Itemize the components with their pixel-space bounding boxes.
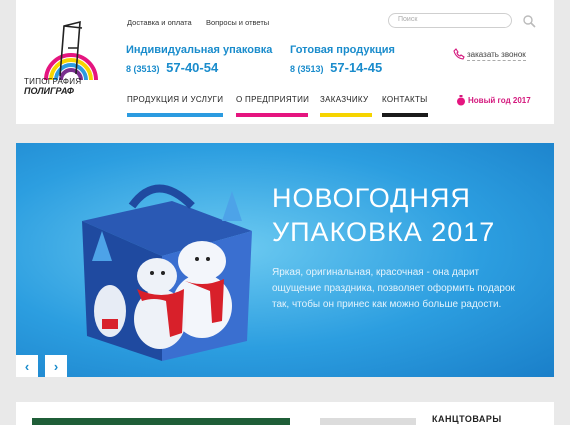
ready-phone-code: 8 (3513) xyxy=(290,64,324,74)
logo-text-line2: ПОЛИГРАФ xyxy=(24,86,74,96)
faq-link[interactable]: Вопросы и ответы xyxy=(206,18,269,27)
nav-contacts-bar xyxy=(382,113,428,117)
banner-title: НОВОГОДНЯЯ УПАКОВКА 2017 xyxy=(272,181,532,249)
individual-phone-number: 57-40-54 xyxy=(166,60,219,75)
ready-phone-number: 57-14-45 xyxy=(330,60,383,75)
ornament-icon xyxy=(457,95,465,106)
slider-next-button[interactable]: › xyxy=(45,355,67,377)
nav-products-bar xyxy=(127,113,223,117)
new-year-link[interactable]: Новый год 2017 xyxy=(468,96,531,105)
phone-icon[interactable] xyxy=(453,48,465,60)
featured-block-grey[interactable] xyxy=(320,418,416,425)
featured-block-green[interactable] xyxy=(32,418,290,425)
nav-about-bar xyxy=(236,113,308,117)
nav-customer[interactable]: ЗАКАЗЧИКУ xyxy=(320,95,368,104)
nav-contacts[interactable]: КОНТАКТЫ xyxy=(382,95,428,104)
banner-description: Яркая, оригинальная, красочная - она дар… xyxy=(272,267,515,310)
nav-about[interactable]: О ПРЕДПРИЯТИИ xyxy=(236,95,309,104)
nav-customer-bar xyxy=(320,113,372,117)
chevron-right-icon: › xyxy=(53,358,59,374)
banner-title-line1: НОВОГОДНЯЯ xyxy=(272,183,471,213)
banner-title-line2: УПАКОВКА 2017 xyxy=(272,217,496,247)
logo-text-line1: ТИПОГРАФИЯ xyxy=(24,77,82,86)
ready-phone[interactable]: 8 (3513) 57-14-45 xyxy=(290,60,382,75)
promo-banner[interactable]: НОВОГОДНЯЯ УПАКОВКА 2017 Яркая, оригинал… xyxy=(16,143,554,377)
individual-packaging-title: Индивидуальная упаковка xyxy=(126,44,273,56)
search-icon[interactable] xyxy=(522,14,536,28)
nav-products[interactable]: ПРОДУКЦИЯ И УСЛУГИ xyxy=(127,95,223,104)
ready-products-title: Готовая продукция xyxy=(290,44,395,56)
individual-phone-code: 8 (3513) xyxy=(126,64,160,74)
slider-prev-button[interactable]: ‹ xyxy=(16,355,38,377)
callback-link[interactable]: заказать звонок xyxy=(467,50,526,61)
search-input[interactable]: Поиск xyxy=(388,13,512,28)
gift-box-illustration xyxy=(82,184,252,361)
site-header: ТИПОГРАФИЯ ПОЛИГРАФ Доставка и оплата Во… xyxy=(16,0,554,124)
individual-phone[interactable]: 8 (3513) 57-40-54 xyxy=(126,60,218,75)
delivery-link[interactable]: Доставка и оплата xyxy=(127,18,192,27)
stationery-heading[interactable]: КАНЦТОВАРЫ xyxy=(432,414,502,424)
chevron-left-icon: ‹ xyxy=(24,358,30,374)
